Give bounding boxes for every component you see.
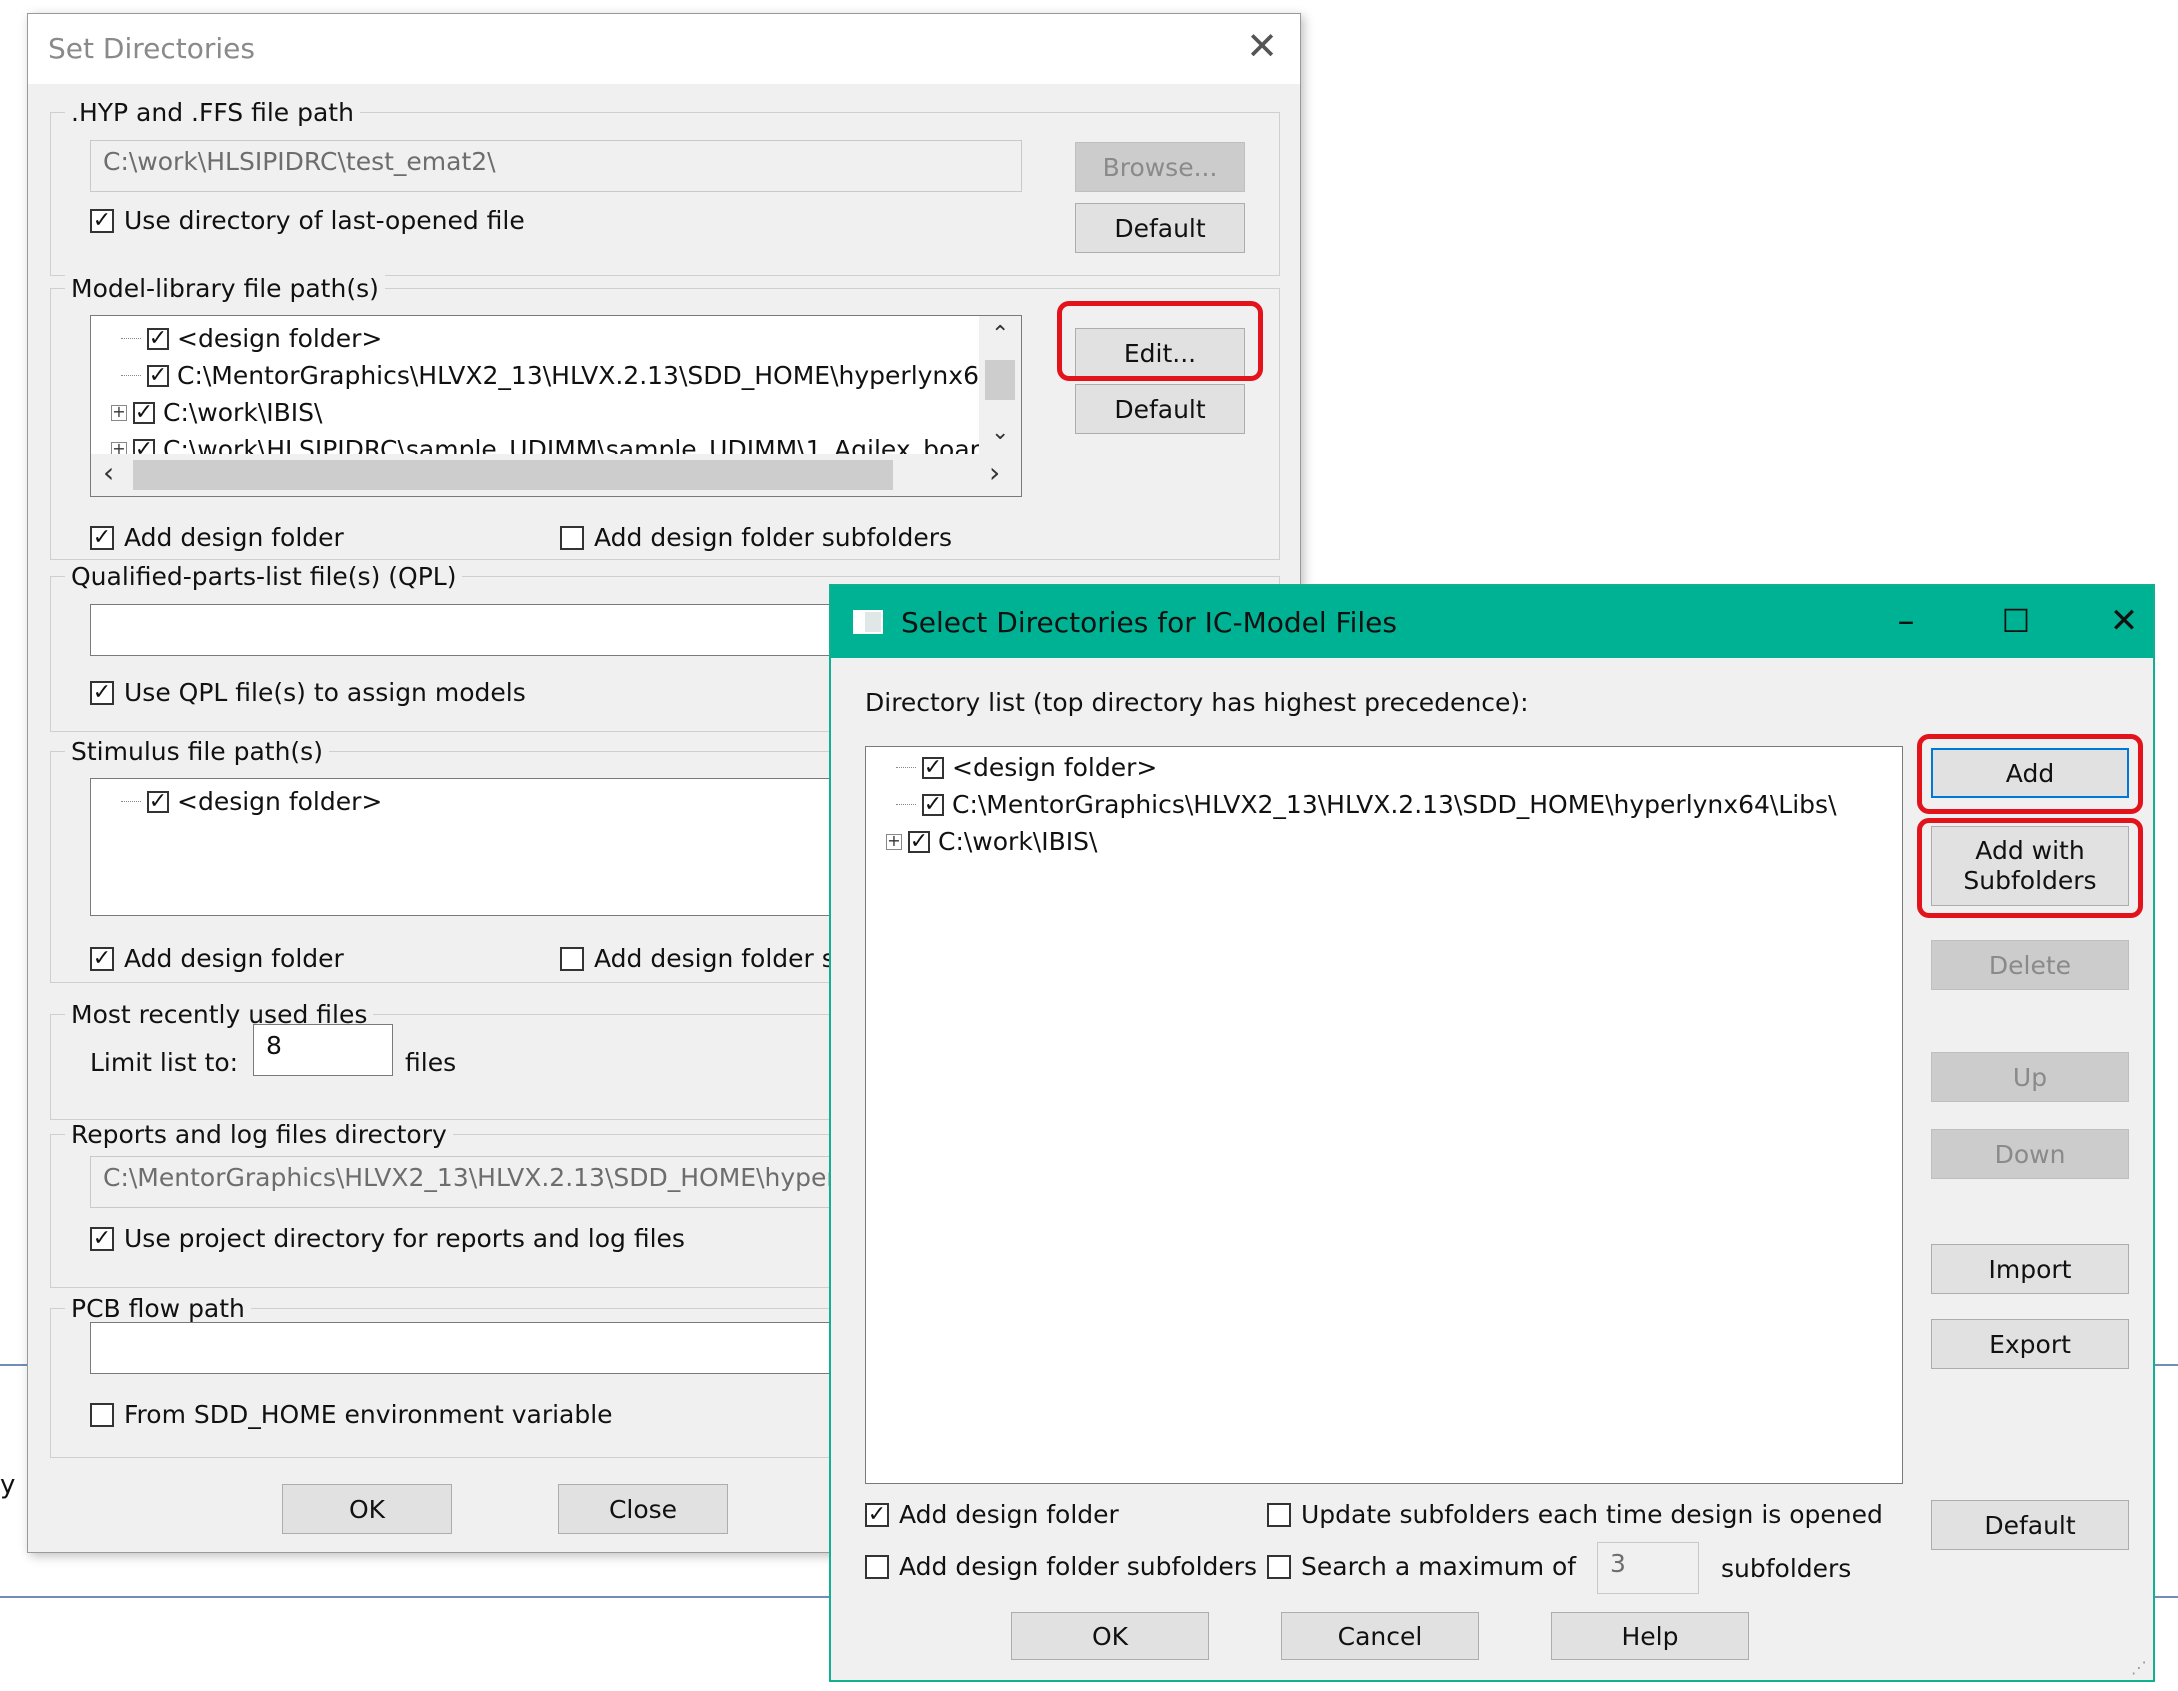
model-library-label: Model-library file path(s) <box>65 274 385 303</box>
model-default-button[interactable]: Default <box>1075 384 1245 434</box>
select-directories-dialog: Select Directories for IC-Model Files – … <box>829 584 2155 1682</box>
use-qpl-checkbox[interactable]: ✓ Use QPL file(s) to assign models <box>90 678 526 707</box>
scroll-thumb[interactable] <box>985 360 1015 400</box>
scroll-thumb[interactable] <box>133 460 893 490</box>
checkbox-checked-icon: ✓ <box>90 1226 114 1251</box>
export-button[interactable]: Export <box>1931 1319 2129 1369</box>
checkbox-unchecked-icon <box>90 1402 114 1427</box>
tree-item[interactable]: ✓ <design folder> <box>121 787 382 816</box>
tree-item[interactable]: ✓ C:\MentorGraphics\HLVX2_13\HLVX.2.13\SD… <box>896 790 1837 819</box>
pcb-label: PCB flow path <box>65 1294 251 1323</box>
scroll-left-icon[interactable]: ‹ <box>103 459 114 487</box>
add-design-subfolders-checkbox[interactable]: Add design folder subfolders <box>560 523 952 552</box>
background-text: y <box>0 1470 16 1500</box>
from-sdd-home-checkbox[interactable]: From SDD_HOME environment variable <box>90 1400 613 1429</box>
resize-grip-icon[interactable]: ⋰ <box>2131 1658 2147 1677</box>
qpl-label: Qualified-parts-list file(s) (QPL) <box>65 562 463 591</box>
ok-button[interactable]: OK <box>1011 1612 1209 1660</box>
stimulus-add-design-folder-checkbox[interactable]: ✓ Add design folder <box>90 944 344 973</box>
checkbox-checked-icon: ✓ <box>908 828 930 854</box>
tree-item[interactable]: + ✓ C:\work\IBIS\ <box>886 827 1097 856</box>
add-button[interactable]: Add <box>1931 748 2129 798</box>
limit-list-label: Limit list to: <box>90 1048 239 1077</box>
add-design-subfolders-checkbox[interactable]: Add design folder subfolders <box>865 1552 1257 1581</box>
model-library-tree[interactable]: ✓ <design folder> ✓ C:\MentorGraphics\HLVX… <box>90 315 1022 497</box>
checkbox-checked-icon: ✓ <box>133 399 155 425</box>
directory-list-tree[interactable]: ✓ <design folder> ✓ C:\MentorGraphics\HLVX… <box>865 746 1903 1484</box>
checkbox-unchecked-icon <box>560 946 584 971</box>
help-button[interactable]: Help <box>1551 1612 1749 1660</box>
vertical-scrollbar[interactable]: ⌃ ⌄ <box>979 316 1021 454</box>
use-last-opened-label: Use directory of last-opened file <box>124 206 525 235</box>
checkbox-checked-icon: ✓ <box>90 208 114 233</box>
tree-item[interactable]: ✓ <design folder> <box>121 324 382 353</box>
checkbox-unchecked-icon <box>1267 1554 1291 1579</box>
tree-item[interactable]: + ✓ C:\work\IBIS\ <box>111 398 322 427</box>
tree-item[interactable]: ✓ C:\MentorGraphics\HLVX2_13\HLVX.2.13\SD… <box>121 361 1021 390</box>
dialog-title: Set Directories <box>48 32 255 65</box>
checkbox-checked-icon: ✓ <box>147 362 169 388</box>
hyp-path-field[interactable]: C:\work\HLSIPIDRC\test_emat2\ <box>90 140 1022 192</box>
checkbox-unchecked-icon <box>560 525 584 550</box>
cancel-button[interactable]: Cancel <box>1281 1612 1479 1660</box>
title-bar: Set Directories ✕ <box>28 14 1300 84</box>
expand-icon[interactable]: + <box>886 832 902 850</box>
stimulus-label: Stimulus file path(s) <box>65 737 329 766</box>
up-button[interactable]: Up <box>1931 1052 2129 1102</box>
subfolders-label: subfolders <box>1721 1554 1852 1583</box>
maximize-icon[interactable]: ☐ <box>1991 598 2041 644</box>
delete-button[interactable]: Delete <box>1931 940 2129 990</box>
limit-list-field[interactable]: 8 <box>253 1024 393 1076</box>
checkbox-checked-icon: ✓ <box>90 525 114 550</box>
scroll-down-icon[interactable]: ⌄ <box>991 422 1009 444</box>
add-design-folder-checkbox[interactable]: ✓ Add design folder <box>865 1500 1119 1529</box>
checkbox-unchecked-icon <box>865 1554 889 1579</box>
update-subfolders-checkbox[interactable]: Update subfolders each time design is op… <box>1267 1500 1883 1529</box>
hyp-default-button[interactable]: Default <box>1075 203 1245 253</box>
default-button[interactable]: Default <box>1931 1500 2129 1550</box>
add-with-subfolders-button[interactable]: Add with Subfolders <box>1931 826 2129 906</box>
checkbox-checked-icon: ✓ <box>147 325 169 351</box>
stimulus-add-subfolders-checkbox[interactable]: Add design folder s <box>560 944 835 973</box>
search-maximum-checkbox[interactable]: Search a maximum of <box>1267 1552 1576 1581</box>
tree-item[interactable]: ✓ <design folder> <box>896 753 1157 782</box>
down-button[interactable]: Down <box>1931 1129 2129 1179</box>
hyp-group-label: .HYP and .FFS file path <box>65 98 360 127</box>
checkbox-checked-icon: ✓ <box>922 754 944 780</box>
close-button[interactable]: Close <box>558 1484 728 1534</box>
window-icon <box>853 610 883 634</box>
ok-button[interactable]: OK <box>282 1484 452 1534</box>
dialog-title: Select Directories for IC-Model Files <box>901 606 1397 639</box>
use-last-opened-checkbox[interactable]: ✓ Use directory of last-opened file <box>90 206 525 235</box>
use-project-dir-checkbox[interactable]: ✓ Use project directory for reports and … <box>90 1224 685 1253</box>
close-icon[interactable]: ✕ <box>2099 598 2149 644</box>
edit-button[interactable]: Edit... <box>1075 328 1245 378</box>
expand-icon[interactable]: + <box>111 403 127 421</box>
add-design-folder-checkbox[interactable]: ✓ Add design folder <box>90 523 344 552</box>
title-bar: Select Directories for IC-Model Files – … <box>831 586 2153 658</box>
checkbox-checked-icon: ✓ <box>865 1502 889 1527</box>
checkbox-checked-icon: ✓ <box>90 680 114 705</box>
close-icon[interactable]: ✕ <box>1242 26 1282 66</box>
scroll-up-icon[interactable]: ⌃ <box>991 324 1009 346</box>
search-max-field[interactable]: 3 <box>1597 1542 1699 1594</box>
checkbox-checked-icon: ✓ <box>90 946 114 971</box>
files-label: files <box>405 1048 457 1077</box>
checkbox-checked-icon: ✓ <box>922 791 944 817</box>
reports-label: Reports and log files directory <box>65 1120 453 1149</box>
checkbox-unchecked-icon <box>1267 1502 1291 1527</box>
scroll-right-icon[interactable]: › <box>989 459 1000 487</box>
import-button[interactable]: Import <box>1931 1244 2129 1294</box>
minimize-icon[interactable]: – <box>1881 598 1931 644</box>
horizontal-scrollbar[interactable]: ‹ › <box>91 454 1021 496</box>
browse-button[interactable]: Browse... <box>1075 142 1245 192</box>
directory-list-label: Directory list (top directory has highes… <box>865 688 1529 717</box>
checkbox-checked-icon: ✓ <box>147 788 169 814</box>
